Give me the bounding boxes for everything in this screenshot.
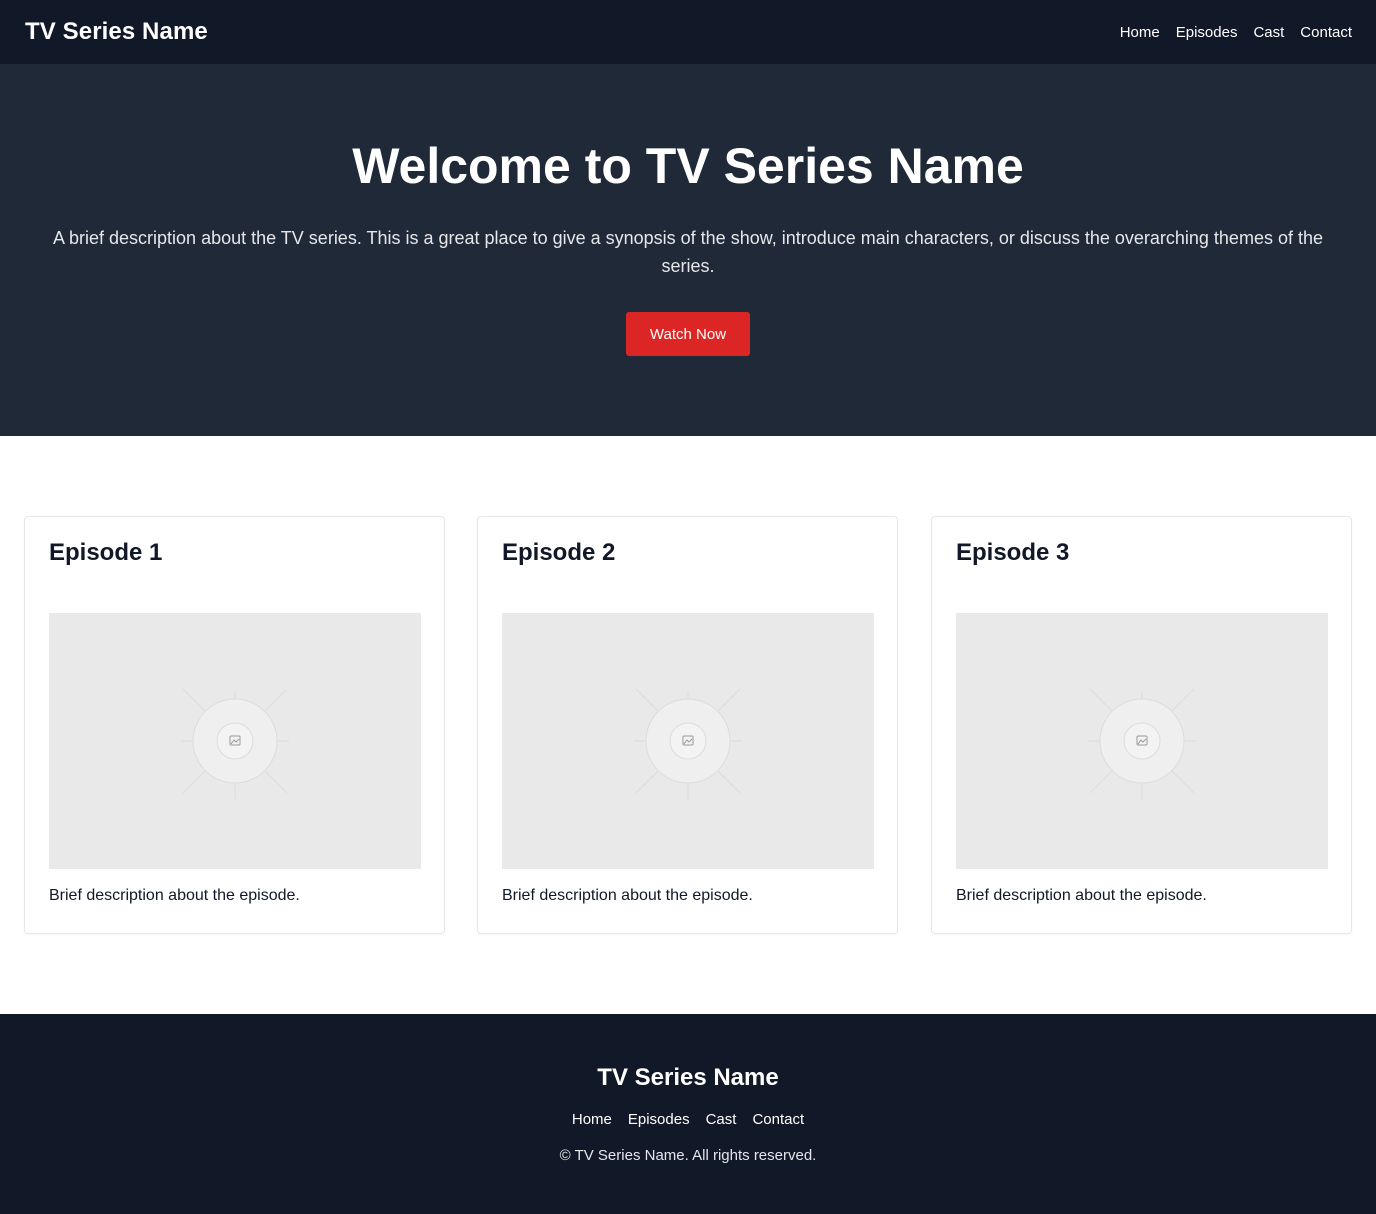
footer-brand: TV Series Name [597, 1064, 779, 1091]
episode-title: Episode 3 [956, 539, 1070, 566]
hero-description: A brief description about the TV series.… [52, 228, 1323, 276]
footer-link-home[interactable]: Home [572, 1111, 612, 1128]
site-brand[interactable]: TV Series Name [25, 18, 208, 46]
episode-description: Brief description about the episode. [956, 887, 1207, 904]
hero-title: Welcome to TV Series Name [352, 138, 1024, 194]
episode-image-placeholder [502, 613, 874, 869]
nav-link-contact[interactable]: Contact [1300, 24, 1352, 41]
image-placeholder-icon [181, 688, 289, 799]
top-navbar: TV Series Name Home Episodes Cast Contac… [0, 0, 1376, 64]
image-placeholder-icon [1088, 688, 1196, 799]
site-footer: TV Series Name Home Episodes Cast Contac… [0, 1014, 1376, 1214]
watch-now-button[interactable]: Watch Now [626, 312, 750, 356]
main-nav: Home Episodes Cast Contact [1120, 24, 1352, 41]
episode-image-placeholder [956, 613, 1328, 869]
hero-section: Welcome to TV Series Name A brief descri… [0, 64, 1376, 436]
footer-link-episodes[interactable]: Episodes [628, 1111, 690, 1128]
footer-link-cast[interactable]: Cast [706, 1111, 737, 1128]
footer-nav: Home Episodes Cast Contact [0, 1111, 1376, 1128]
nav-link-cast[interactable]: Cast [1253, 24, 1284, 41]
footer-link-contact[interactable]: Contact [752, 1111, 804, 1128]
nav-link-episodes[interactable]: Episodes [1176, 24, 1238, 41]
episode-card[interactable]: Episode 3 Brief description about the ep… [931, 516, 1352, 934]
copyright-text: © TV Series Name. All rights reserved. [559, 1147, 817, 1164]
episode-description: Brief description about the episode. [502, 887, 753, 904]
episode-image-placeholder [49, 613, 421, 869]
episode-description: Brief description about the episode. [49, 887, 300, 904]
episode-card[interactable]: Episode 2 Brief description about the ep… [477, 516, 898, 934]
episode-title: Episode 1 [49, 539, 163, 566]
episode-card[interactable]: Episode 1 Brief description about the ep… [24, 516, 445, 934]
episodes-grid: Episode 1 Brief description about the ep… [24, 516, 1352, 934]
nav-link-home[interactable]: Home [1120, 24, 1160, 41]
episode-title: Episode 2 [502, 539, 616, 566]
image-placeholder-icon [634, 688, 742, 799]
